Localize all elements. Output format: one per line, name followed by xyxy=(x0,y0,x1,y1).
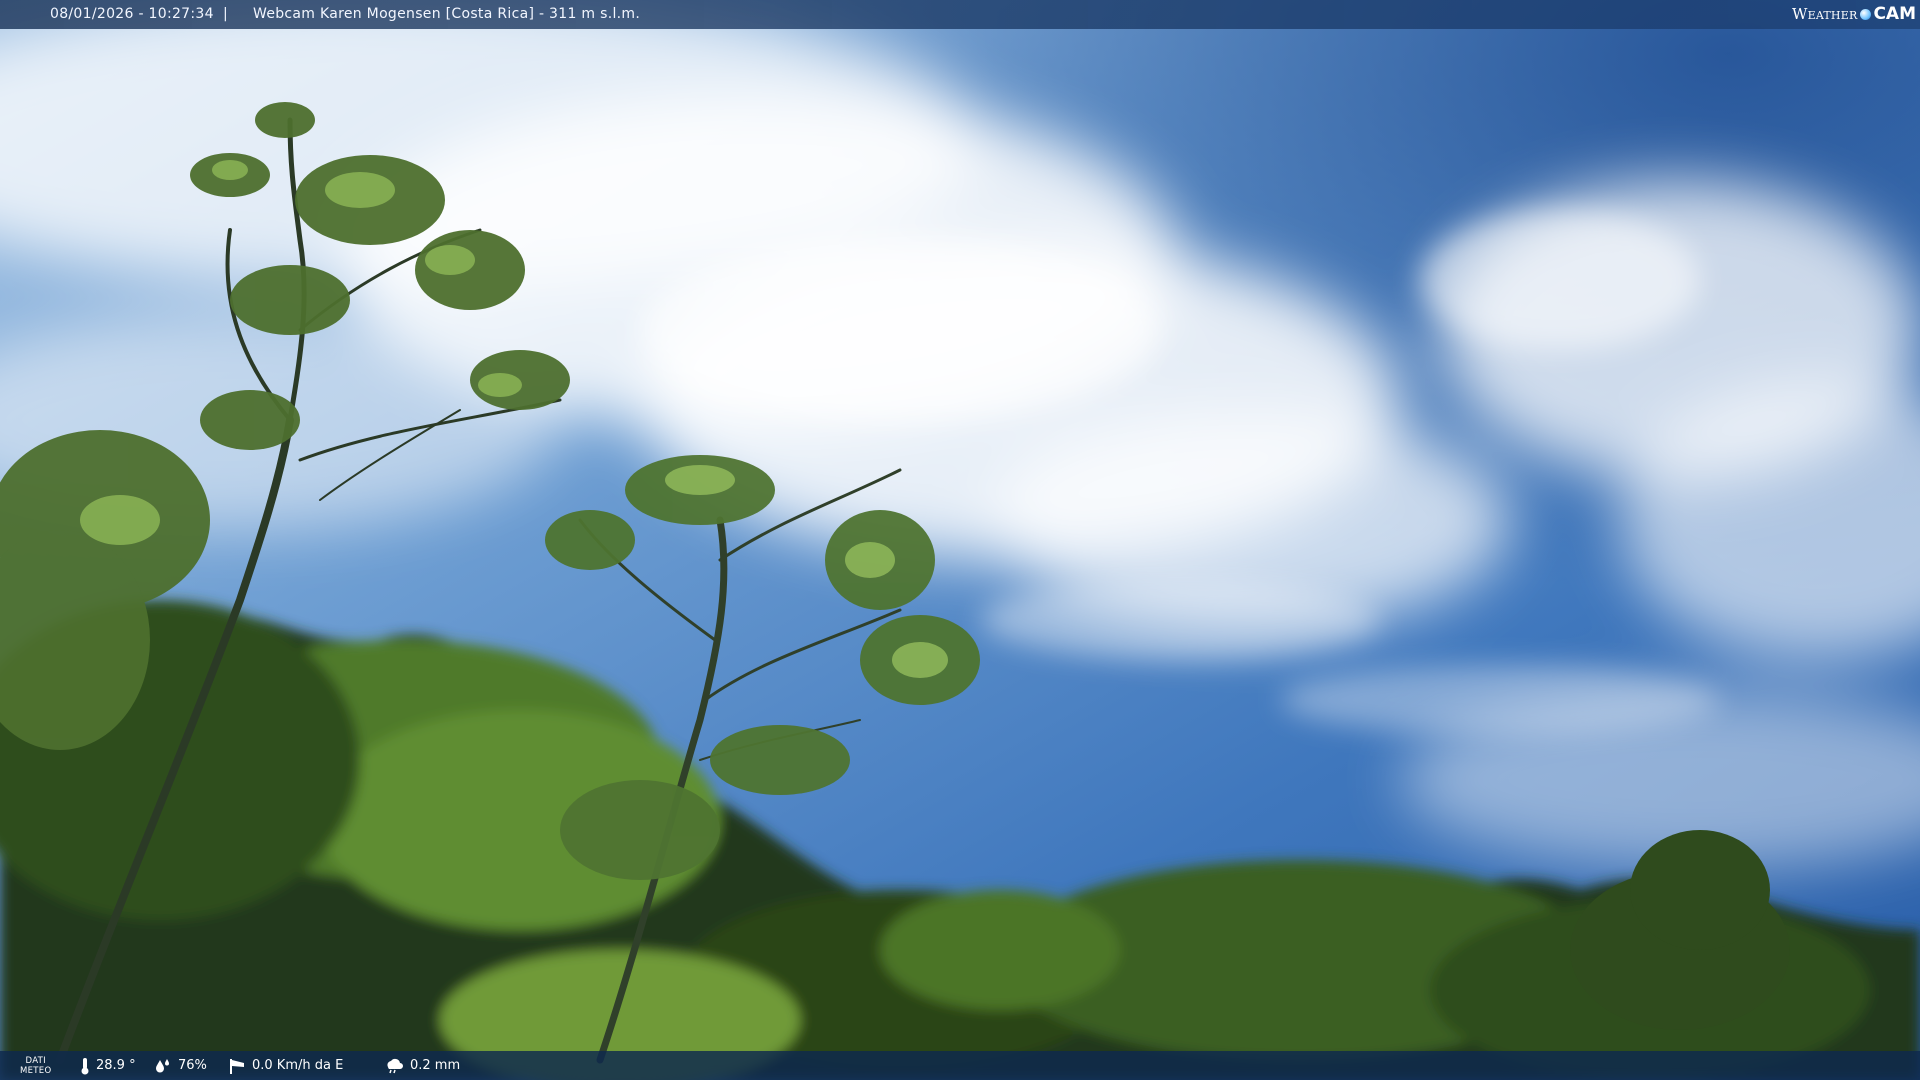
logo-text-weather: Weather xyxy=(1792,5,1858,23)
temperature-value: 28.9 ° xyxy=(96,1058,136,1073)
header-bar: 08/01/2026 - 10:27:34 | Webcam Karen Mog… xyxy=(0,0,1920,29)
humidity-reading: 76% xyxy=(154,1051,207,1080)
wind-reading: 0.0 Km/h da E xyxy=(228,1051,343,1080)
globe-dot-icon xyxy=(1860,9,1872,20)
thermometer-icon xyxy=(81,1057,89,1074)
weather-data-label: DATI METEO xyxy=(20,1056,52,1076)
logo-text-cam: CAM xyxy=(1873,4,1916,24)
wind-value: 0.0 Km/h da E xyxy=(252,1058,344,1073)
weather-data-bar: DATI METEO 28.9 ° 76% 0.0 Km/h da E 0.2 … xyxy=(0,1051,1920,1080)
webcam-title: Webcam Karen Mogensen [Costa Rica] - 311… xyxy=(253,6,641,22)
temperature-reading: 28.9 ° xyxy=(80,1051,136,1080)
rain-cloud-icon xyxy=(387,1058,403,1073)
humidity-value: 76% xyxy=(178,1058,207,1073)
humidity-drop-icon xyxy=(156,1058,169,1072)
separator: | xyxy=(223,6,228,22)
webcam-image xyxy=(0,0,1920,1080)
wind-sock-icon xyxy=(230,1058,244,1074)
weathercam-logo[interactable]: Weather CAM xyxy=(1792,3,1916,26)
rain-value: 0.2 mm xyxy=(410,1058,461,1073)
rain-reading: 0.2 mm xyxy=(384,1051,460,1080)
timestamp: 08/01/2026 - 10:27:34 xyxy=(50,6,214,22)
